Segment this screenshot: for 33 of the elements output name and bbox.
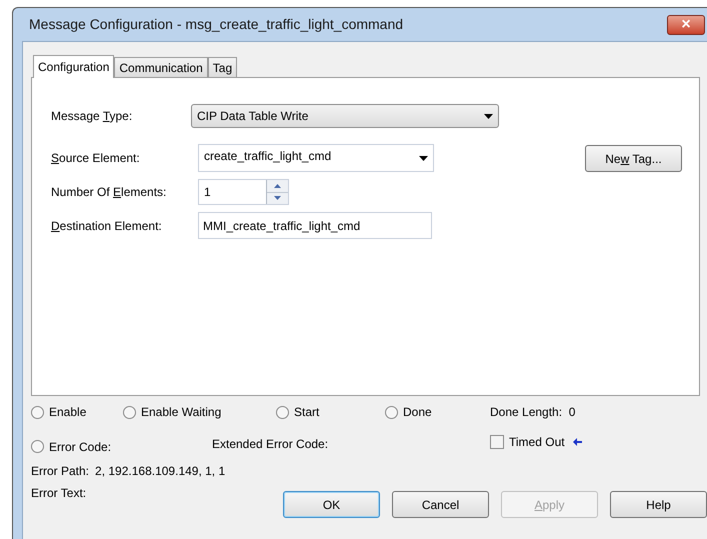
dialog-button[interactable]: OK — [283, 491, 380, 518]
status-label: Start — [294, 404, 320, 421]
new-tag-button[interactable]: New Tag... — [585, 145, 682, 172]
destination-element-field[interactable]: MMI_create_traffic_light_cmd — [198, 212, 432, 239]
extended-error-code-label: Extended Error Code: — [212, 436, 330, 453]
dropdown-arrow-icon — [484, 114, 493, 118]
field-label: Number Of Elements: — [51, 184, 168, 201]
tab[interactable]: Communication — [114, 57, 208, 77]
field-label: Message Type: — [51, 108, 134, 125]
error-path-label: Error Path: — [31, 463, 90, 480]
field-label: Source Element: — [51, 150, 141, 167]
timed-out-label: Timed Out — [509, 434, 565, 451]
timed-out-checkbox[interactable] — [490, 435, 504, 449]
dialog-button[interactable]: Help — [610, 491, 707, 518]
source-element-combo[interactable]: create_traffic_light_cmd — [198, 144, 434, 172]
status-label: Enable — [49, 404, 86, 421]
status-label: Done — [403, 404, 432, 421]
arrow-left-icon — [572, 438, 582, 446]
window-title: Message Configuration - msg_create_traffic_light_command — [29, 15, 404, 34]
error-path-value: 2, 192.168.109.149, 1, 1 — [95, 463, 226, 480]
error-text-label: Error Text: — [31, 485, 86, 502]
dropdown-arrow-icon — [419, 156, 428, 161]
done-length-label: Done Length: — [490, 404, 564, 421]
spin-buttons-icon[interactable] — [266, 180, 288, 204]
error-code-label: Error Code: — [49, 438, 112, 456]
field-label: Destination Element: — [51, 218, 163, 234]
tab[interactable]: Tag — [208, 57, 238, 77]
tab[interactable]: Configuration — [33, 55, 114, 78]
status-label: Enable Waiting — [141, 404, 222, 421]
done-length-value: 0 — [568, 404, 576, 421]
message-type-dropdown[interactable]: CIP Data Table Write — [191, 104, 499, 128]
dialog-button[interactable]: Cancel — [392, 491, 489, 518]
number-spin-field[interactable]: 1 — [198, 179, 289, 205]
